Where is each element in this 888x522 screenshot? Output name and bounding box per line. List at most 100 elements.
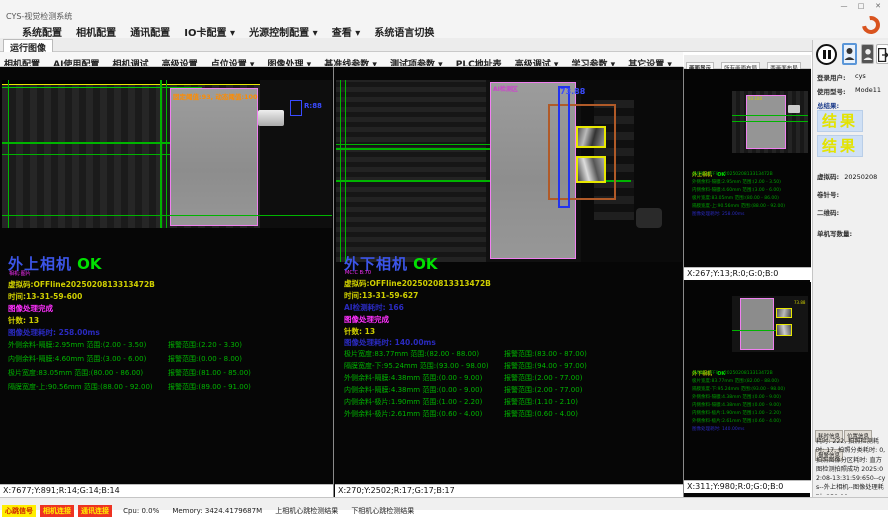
thumb-layout-tabs: 画面显示 所有画面布局 两画面布局	[684, 55, 811, 69]
lower-barcode-line: 虚拟码:OFFline2025020813313472B	[344, 278, 491, 289]
toolbar: 相机配置 AI使用配置 相机调试 高级设置 点位设置 ▾ 图像处理 ▾ 基准线参…	[0, 52, 683, 67]
blue-marker-box	[290, 100, 302, 116]
upper-thumb-coords: X:267;Y:13;R:0;G:0;B:0	[684, 267, 811, 280]
tab-run-image[interactable]: 运行图像	[3, 39, 53, 52]
thumb-text-row: 图像处理耗时: 258.00ms	[692, 211, 807, 217]
tool-camera-config[interactable]: 相机配置	[4, 57, 40, 67]
thumb-text-row: 内侧余料-隔膜:4.38mm 范围:(0.00 - 9.00)	[692, 402, 807, 408]
needle-no-field: 卷针号:	[817, 182, 839, 201]
menu-system-config[interactable]: 系统配置	[22, 23, 62, 39]
lower-camera-coords: X:270;Y:2502;R:17;G:17;B:17	[335, 484, 683, 497]
minimize-button[interactable]: —	[836, 1, 852, 12]
lower-camera-subtitle: MC:C B:70	[345, 270, 371, 276]
measurement-row: 隔膜宽度-上:90.56mm 范围:(88.00 - 92.00)报警范围:(8…	[8, 382, 328, 392]
upper-camera-result: OK	[77, 255, 101, 273]
model-value: Mode11	[855, 86, 881, 94]
lower-thumbnail-image: 73.88	[732, 296, 808, 352]
lower-camera-image[interactable]: AI检测区 73.88	[336, 80, 682, 262]
tool-camera-debug[interactable]: 相机调试	[113, 57, 149, 67]
tool-other-settings[interactable]: 其它设置 ▾	[628, 57, 672, 67]
tool-learning-params[interactable]: 学习参数 ▾	[572, 57, 616, 67]
menu-io-config[interactable]: IO卡配置 ▾	[184, 23, 235, 39]
tool-baseline-params[interactable]: 基准线参数 ▾	[324, 57, 377, 67]
status-bar: 心跳信号相机连接通讯连接 Cpu: 0.0% Memory: 3424.4179…	[0, 497, 888, 510]
thumb-text-row: 极片宽度:83.77mm 范围:(82.00 - 88.00)	[692, 378, 807, 384]
close-button[interactable]: ✕	[870, 1, 886, 12]
tool-image-processing[interactable]: 图像处理 ▾	[268, 57, 312, 67]
lower-ai-time-line: AI检测耗时: 166	[344, 302, 404, 313]
upper-camera-image[interactable]: 固定阈值:93, 动态阈值:100 R:88	[2, 80, 332, 228]
measurement-row: 极片宽度:83.05mm 范围:(80.00 - 86.00)报警范围:(81.…	[8, 368, 328, 378]
comm-connect-badge: 通讯连接	[78, 505, 112, 517]
measurement-row: 外侧余料-隔膜:2.95mm 范围:(2.00 - 3.50)报警范围:(2.2…	[8, 340, 328, 350]
user-icon	[844, 47, 855, 61]
measurement-row: 极片宽度:83.77mm 范围:(82.00 - 88.00)报警范围:(83.…	[344, 349, 679, 359]
result-box-2: 结果	[817, 135, 863, 157]
upper-thumbnail-image: 93 100	[732, 91, 808, 153]
lower-thumbnail-panel[interactable]: 73.88 外下相机 OK 虚拟码:OFFline202502081331347…	[684, 282, 811, 493]
login-user-value: cys	[855, 72, 866, 80]
control-panel: 登录用户: cys 使用型号: Mode11 总结果: 结果 结果 虚拟码: 2…	[812, 40, 888, 497]
thumb-text-row: 虚拟码:OFFline2025020813313472B	[692, 171, 807, 177]
thumb-text-row: 隔膜宽度-上:90.56mm 范围:(88.00 - 92.00)	[692, 203, 807, 209]
lower-time-line: 时间:13-31-59-627	[344, 290, 418, 301]
user-manage-button[interactable]	[861, 44, 874, 64]
tool-ai-config[interactable]: AI使用配置	[53, 57, 99, 67]
thumb-text-row: 内侧余料-极片:1.90mm 范围:(1.00 - 2.20)	[692, 410, 807, 416]
tool-plc-address[interactable]: PLC地址表	[456, 57, 502, 67]
thumb-text-row: 图像处理耗时: 140.00ms	[692, 426, 807, 432]
menu-language-switch[interactable]: 系统语言切换	[374, 23, 434, 39]
maximize-button[interactable]: □	[853, 1, 869, 12]
thumb-overlay-label: 73.88	[794, 300, 805, 305]
thumb-text-row: 外侧余料-隔膜:4.38mm 范围:(0.00 - 9.00)	[692, 394, 807, 400]
title-bar: CYS-视觉检测系统 — □ ✕	[0, 0, 888, 22]
cpu-usage-text: Cpu: 0.0%	[123, 507, 159, 515]
threshold-overlay-label: 固定阈值:93, 动态阈值:100	[173, 91, 258, 101]
lower-camera-heartbeat-text: 下相机心跳检测结果	[351, 506, 414, 516]
exit-button[interactable]	[876, 44, 888, 64]
result-box-1: 结果	[817, 110, 863, 132]
lower-process-time-line: 图像处理耗时: 140.00ms	[344, 337, 436, 348]
tool-position-settings[interactable]: 点位设置 ▾	[211, 57, 255, 67]
tool-advanced-settings[interactable]: 高级设置	[162, 57, 198, 67]
memory-usage-text: Memory: 3424.4179687M	[172, 507, 262, 515]
measurement-row: 内侧余料-隔膜:4.60mm 范围:(3.00 - 6.00)报警范围:(0.0…	[8, 354, 328, 364]
measurement-row: 外侧余料-隔膜:4.38mm 范围:(0.00 - 9.00)报警范围:(2.0…	[344, 373, 679, 383]
menu-view[interactable]: 查看 ▾	[332, 23, 361, 39]
tool-advanced-debug[interactable]: 高级调试 ▾	[515, 57, 559, 67]
probe-object	[258, 110, 284, 126]
login-user-label: 登录用户:	[817, 72, 846, 82]
pause-button[interactable]	[816, 44, 837, 65]
upper-thumbnail-panel[interactable]: 93 100 外上相机 OK 虚拟码:OFFline20250208133134…	[684, 69, 811, 280]
upper-process-time-line: 图像处理耗时: 258.00ms	[8, 327, 100, 338]
upper-camera-subtitle: 相机:图片	[9, 270, 31, 277]
thumb-overlay-label: 93 100	[748, 96, 762, 101]
menu-comm-config[interactable]: 通讯配置	[130, 23, 170, 39]
upper-time-line: 时间:13-31-59-600	[8, 291, 82, 302]
upper-status-line: 图像处理完成	[8, 303, 53, 314]
menu-bar: 系统配置 相机配置 通讯配置 IO卡配置 ▾ 光源控制配置 ▾ 查看 ▾ 系统语…	[0, 22, 888, 38]
model-label: 使用型号:	[817, 86, 846, 96]
ai-region-label: AI检测区	[493, 84, 518, 93]
upper-camera-coords: X:7677;Y:891;R:14;G:14;B:14	[0, 484, 333, 497]
thumb-text-row: 极片宽度:83.05mm 范围:(80.00 - 86.00)	[692, 195, 807, 201]
film-region-box	[170, 88, 258, 226]
measurement-row: 外侧余料-极片:2.61mm 范围:(0.60 - 4.00)报警范围:(0.6…	[344, 409, 679, 419]
thumb-text-row: 外侧余料-隔膜:2.95mm 范围:(2.00 - 3.50)	[692, 179, 807, 185]
exit-door-icon	[878, 48, 888, 62]
thumb-text-row: 隔膜宽度-下:95.24mm 范围:(93.00 - 98.00)	[692, 386, 807, 392]
user-login-button[interactable]	[842, 43, 857, 65]
thumb-text-row: 内侧余料-隔膜:4.60mm 范围:(3.00 - 6.00)	[692, 187, 807, 193]
processing-info-text: 耗时: 222, 拍照检测耗时: 17, 拍照分类耗时: 0, 拍照图像分区耗时…	[816, 437, 887, 495]
barcode-field: 虚拟码: 20250208	[817, 164, 877, 183]
qr-code-field: 二维码:	[817, 200, 839, 219]
blue-measure-label: 73.88	[560, 87, 585, 96]
tool-test-params[interactable]: 测试项参数 ▾	[390, 57, 443, 67]
thumb-text-row: 外侧余料-极片:2.61mm 范围:(0.60 - 4.00)	[692, 418, 807, 424]
user-dark-icon	[863, 48, 873, 61]
app-window: CYS-视觉检测系统 — □ ✕ C 系统配置 相机配置 通讯配置 IO卡配置 …	[0, 0, 888, 522]
blue-marker-label: R:88	[304, 102, 322, 110]
menu-camera-config[interactable]: 相机配置	[76, 23, 116, 39]
menu-light-config[interactable]: 光源控制配置 ▾	[249, 23, 318, 39]
thumb-text-row: 虚拟码:OFFline2025020813313472B	[692, 370, 807, 376]
